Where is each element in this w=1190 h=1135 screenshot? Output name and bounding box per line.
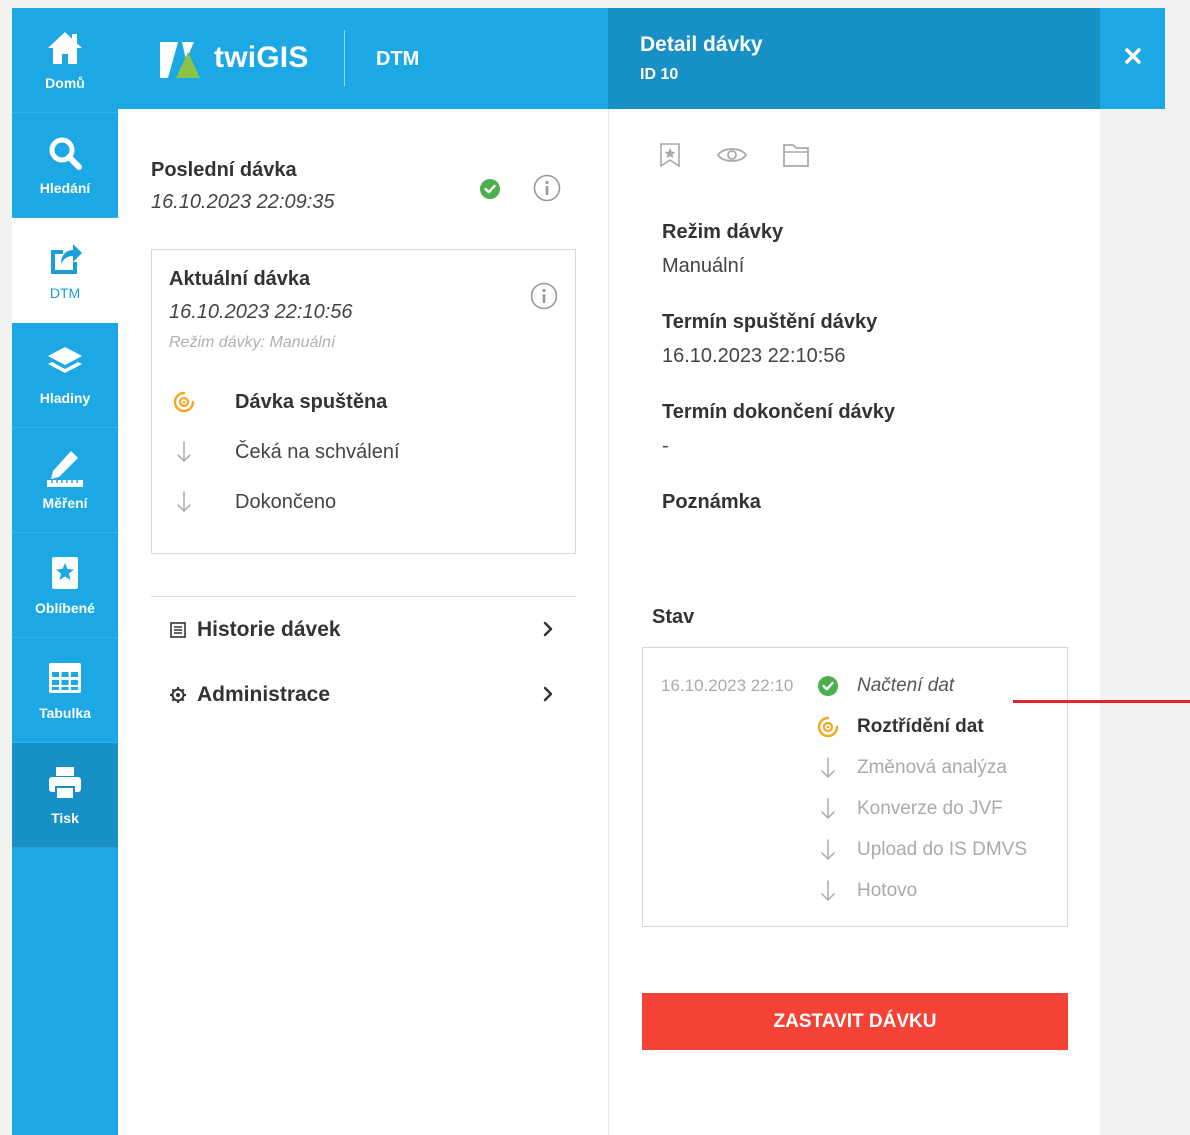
nav-item-dtm[interactable]: DTM (12, 218, 118, 323)
nav-label: Měření (42, 495, 88, 511)
table-icon (45, 658, 85, 698)
status-date: 16.10.2023 22:10 (661, 676, 794, 695)
eye-icon[interactable] (716, 144, 748, 171)
chevron-right-icon (542, 685, 554, 708)
start-label: Termín spuštění dávky (662, 311, 878, 333)
spinner-gear-icon (169, 388, 199, 416)
share-icon (45, 238, 85, 278)
bookmark-star-icon (45, 553, 85, 593)
status-step: Hotovo (813, 876, 917, 906)
stop-batch-button[interactable]: ZASTAVIT DÁVKU (642, 993, 1068, 1050)
note-label: Poznámka (662, 491, 761, 513)
detail-id: ID 10 (640, 66, 679, 83)
menu-item-administration[interactable]: Administrace (151, 670, 576, 720)
detail-title: Detail dávky (640, 33, 763, 56)
status-step: Roztřídění dat (813, 712, 984, 742)
info-icon[interactable] (533, 174, 561, 207)
status-label: Stav (652, 606, 695, 628)
batch-detail-panel: Režim dávky Manuální Termín spuštění dáv… (608, 109, 1100, 1135)
nav-item-layers[interactable]: Hladiny (12, 323, 118, 428)
last-batch-title: Poslední dávka (151, 159, 297, 181)
main-nav: Domů Hledání DTM Hladiny Měření Oblíbené… (12, 8, 118, 1135)
nav-label: DTM (49, 285, 81, 301)
menu-divider (151, 596, 576, 597)
end-label: Termín dokončení dávky (662, 401, 896, 423)
nav-item-measure[interactable]: Měření (12, 428, 118, 533)
folder-icon[interactable] (782, 142, 810, 173)
status-step-label: Hotovo (857, 880, 918, 901)
arrow-down-icon (813, 877, 843, 905)
current-batch-title: Aktuální dávka (169, 268, 311, 290)
status-step-label: Konverze do JVF (857, 798, 1003, 819)
gear-icon (169, 685, 187, 705)
annotation-line (1013, 700, 1190, 703)
start-value: 16.10.2023 22:10:56 (662, 345, 846, 367)
info-icon[interactable] (530, 282, 558, 315)
end-value: - (662, 435, 669, 457)
batch-step-label: Čeká na schválení (235, 440, 400, 463)
home-icon (45, 28, 85, 68)
status-step: Konverze do JVF (813, 794, 1003, 824)
current-batch-date: 16.10.2023 22:10:56 (169, 301, 353, 323)
app-logo-text: twiGIS (214, 41, 309, 74)
mode-value: Manuální (662, 255, 745, 277)
status-step: Změnová analýza (813, 753, 1007, 783)
printer-icon (45, 763, 85, 803)
close-button[interactable] (1100, 8, 1165, 109)
batch-step: Dokončeno (169, 486, 336, 518)
status-step-label: Upload do IS DMVS (857, 839, 1028, 860)
arrow-down-icon (169, 488, 199, 516)
module-title: DTM (376, 48, 420, 70)
detail-header: Detail dávky ID 10 (608, 8, 1100, 109)
status-step: Načtení dat (813, 671, 954, 701)
nav-item-favorites[interactable]: Oblíbené (12, 533, 118, 638)
status-step: Upload do IS DMVS (813, 835, 1027, 865)
nav-item-search[interactable]: Hledání (12, 113, 118, 218)
status-step-label: Roztřídění dat (857, 716, 984, 737)
menu-item-history[interactable]: Historie dávek (151, 605, 576, 655)
list-icon (169, 620, 187, 640)
close-icon (1124, 48, 1141, 69)
check-circle-icon (480, 179, 500, 204)
nav-label: Oblíbené (35, 600, 95, 616)
app-window: Domů Hledání DTM Hladiny Měření Oblíbené… (0, 0, 1190, 1135)
spinner-gear-icon (813, 713, 843, 741)
batch-step-label: Dokončeno (235, 490, 337, 513)
current-batch-mode: Režim dávky: Manuální (169, 334, 336, 351)
batch-step: Dávka spuštěna (169, 386, 387, 418)
batch-step: Čeká na schválení (169, 436, 400, 468)
status-step-label: Načtení dat (857, 675, 955, 696)
header-divider (344, 30, 345, 86)
last-batch-date: 16.10.2023 22:09:35 (151, 191, 335, 213)
nav-label: Hledání (39, 180, 91, 196)
arrow-down-icon (169, 438, 199, 466)
dtm-panel: Poslední dávka 16.10.2023 22:09:35 Aktuá… (118, 109, 608, 1135)
search-icon (45, 133, 85, 173)
batch-step-label: Dávka spuštěna (235, 390, 388, 413)
chevron-right-icon (542, 620, 554, 643)
status-timeline: 16.10.2023 22:10 Načtení dat Roztřídění … (642, 647, 1068, 927)
check-circle-icon (813, 672, 843, 700)
layers-icon (45, 343, 85, 383)
bookmark-icon[interactable] (659, 142, 681, 173)
status-step-label: Změnová analýza (857, 757, 1007, 778)
menu-item-label: Historie dávek (197, 618, 341, 641)
arrow-down-icon (813, 836, 843, 864)
nav-label: Tabulka (39, 705, 91, 721)
app-header: twiGIS DTM (118, 8, 608, 109)
menu-item-label: Administrace (197, 683, 331, 706)
arrow-down-icon (813, 795, 843, 823)
nav-item-print[interactable]: Tisk (12, 743, 118, 848)
mode-label: Režim dávky (662, 221, 784, 243)
nav-label: Domů (45, 75, 85, 91)
nav-label: Hladiny (39, 390, 91, 406)
twigis-logo-icon (158, 38, 202, 82)
current-batch-card: Aktuální dávka 16.10.2023 22:10:56 Režim… (151, 249, 576, 554)
nav-item-table[interactable]: Tabulka (12, 638, 118, 743)
ruler-pencil-icon (45, 448, 85, 488)
arrow-down-icon (813, 754, 843, 782)
nav-label: Tisk (51, 810, 79, 826)
nav-item-home[interactable]: Domů (12, 8, 118, 113)
